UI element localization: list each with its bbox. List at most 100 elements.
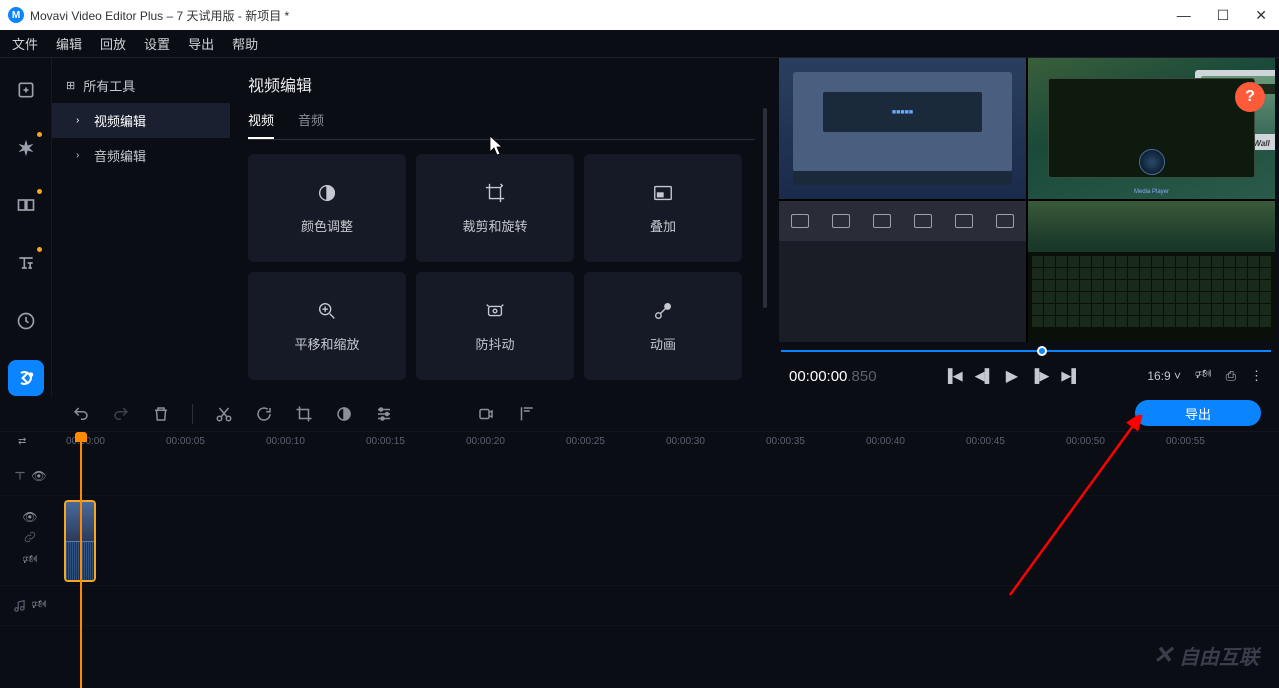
zoom-fit-button[interactable]: ⇄ (18, 436, 26, 447)
track-visibility-toggle[interactable]: 👁 (31, 469, 46, 483)
edit-panel: 视频编辑 视频 音频 颜色调整 裁剪和旋转 叠加 平移和缩放 (230, 58, 773, 396)
color-button[interactable] (335, 405, 353, 423)
link-icon[interactable] (23, 530, 37, 544)
title-bar: M Movavi Video Editor Plus – 7 天试用版 - 新项… (0, 0, 1279, 30)
menu-help[interactable]: 帮助 (232, 34, 258, 53)
tool-label: 叠加 (650, 216, 676, 235)
preview-panel: ? ■■■■■ Media Player (773, 58, 1279, 396)
transitions-button[interactable] (8, 187, 44, 223)
tool-tree: ⊞ 所有工具 › 视频编辑 › 音频编辑 (52, 58, 230, 396)
prev-frame-button[interactable]: ◀▌ (975, 368, 994, 384)
tool-color-adjustment[interactable]: 颜色调整 (248, 154, 406, 262)
cut-button[interactable] (215, 405, 233, 423)
menu-playback[interactable]: 回放 (100, 34, 126, 53)
overlay-icon (652, 182, 674, 204)
ruler-label: 00:00:55 (1166, 436, 1205, 447)
contrast-icon (316, 182, 338, 204)
play-button[interactable]: ▶ (1006, 366, 1018, 386)
panel-title: 视频编辑 (248, 72, 755, 96)
close-button[interactable]: ✕ (1251, 7, 1271, 24)
tool-label: 平移和缩放 (294, 334, 359, 353)
music-track-icon (13, 599, 27, 613)
track-text[interactable]: 👁 (0, 456, 1279, 496)
more-tools-button[interactable] (8, 360, 44, 396)
menu-edit[interactable]: 编辑 (56, 34, 82, 53)
tab-audio[interactable]: 音频 (298, 110, 324, 139)
tree-item-audio-edit[interactable]: › 音频编辑 (52, 138, 230, 173)
tool-label: 颜色调整 (301, 216, 353, 235)
ruler-label: 00:00:25 (566, 436, 605, 447)
next-clip-button[interactable]: ▶▌ (1061, 368, 1080, 384)
next-frame-button[interactable]: ▐▶ (1030, 368, 1049, 384)
prev-clip-button[interactable]: ▐◀ (943, 368, 962, 384)
ruler-label: 00:00:20 (466, 436, 505, 447)
tree-item-video-edit[interactable]: › 视频编辑 (52, 103, 230, 138)
window-title: Movavi Video Editor Plus – 7 天试用版 - 新项目 … (30, 7, 1173, 24)
export-button[interactable]: 导出 (1135, 400, 1261, 426)
stickers-button[interactable] (8, 303, 44, 339)
track-video[interactable]: 👁 🕬 (0, 496, 1279, 586)
panel-scrollbar[interactable] (763, 108, 767, 308)
aspect-ratio-selector[interactable]: 16:9 ˅ (1147, 369, 1181, 383)
preview-controls: 00:00:00.850 ▐◀ ◀▌ ▶ ▐▶ ▶▌ 16:9 ˅ 🕬 ⎙ ⋮ (779, 358, 1273, 394)
tool-crop-rotate[interactable]: 裁剪和旋转 (416, 154, 574, 262)
tool-label: 防抖动 (475, 334, 514, 353)
tree-item-all-tools[interactable]: ⊞ 所有工具 (52, 68, 230, 103)
menu-file[interactable]: 文件 (12, 34, 38, 53)
tree-label: 视频编辑 (94, 111, 146, 130)
minimize-button[interactable]: — (1173, 7, 1195, 24)
menu-bar: 文件 编辑 回放 设置 导出 帮助 (0, 30, 1279, 58)
volume-button[interactable]: 🕬 (1195, 365, 1212, 387)
filters-button[interactable] (8, 130, 44, 166)
track-mute-toggle[interactable]: 🕬 (31, 595, 46, 616)
redo-button[interactable] (112, 405, 130, 423)
preview-timecode: 00:00:00.850 (789, 368, 877, 385)
menu-export[interactable]: 导出 (188, 34, 214, 53)
maximize-button[interactable]: ☐ (1213, 7, 1234, 24)
delete-button[interactable] (152, 405, 170, 423)
ruler-label: 00:00:35 (766, 436, 805, 447)
watermark: ✕ 自由互联 (1153, 641, 1259, 670)
ruler-label: 00:00:30 (666, 436, 705, 447)
marker-button[interactable] (517, 405, 535, 423)
rotate-button[interactable] (255, 405, 273, 423)
timeline[interactable]: 👁 👁 🕬 🕬 (0, 456, 1279, 688)
tab-video[interactable]: 视频 (248, 110, 274, 139)
tool-label: 裁剪和旋转 (462, 216, 527, 235)
ruler-label: 00:00:05 (166, 436, 205, 447)
track-audio[interactable]: 🕬 (0, 586, 1279, 626)
crop-button[interactable] (295, 405, 313, 423)
animation-icon (652, 300, 674, 322)
timeline-toolbar: 导出 (0, 396, 1279, 432)
playhead[interactable] (80, 432, 82, 688)
tool-overlay[interactable]: 叠加 (584, 154, 742, 262)
record-button[interactable] (477, 405, 495, 423)
ruler-label: 00:00:45 (966, 436, 1005, 447)
tool-animation[interactable]: 动画 (584, 272, 742, 380)
help-button[interactable]: ? (1235, 82, 1265, 112)
adjust-button[interactable] (375, 405, 393, 423)
snapshot-button[interactable]: ⎙ (1226, 368, 1236, 384)
more-options-button[interactable]: ⋮ (1250, 368, 1263, 384)
scrubber-handle[interactable] (1037, 346, 1047, 356)
zoom-icon (316, 300, 338, 322)
ruler-label: 00:00:50 (1066, 436, 1105, 447)
stabilize-icon (484, 300, 506, 322)
track-visibility-toggle[interactable]: 👁 (22, 510, 37, 524)
add-media-button[interactable] (8, 72, 44, 108)
ruler-label: 00:00:10 (266, 436, 305, 447)
preview-quadrant-1: ■■■■■ (779, 58, 1026, 199)
undo-button[interactable] (72, 405, 90, 423)
titles-button[interactable] (8, 245, 44, 281)
ruler-label: 00:00:40 (866, 436, 905, 447)
preview-scrubber[interactable] (779, 344, 1273, 358)
menu-settings[interactable]: 设置 (144, 34, 170, 53)
tool-stabilize[interactable]: 防抖动 (416, 272, 574, 380)
tree-label: 所有工具 (83, 76, 135, 95)
tool-pan-zoom[interactable]: 平移和缩放 (248, 272, 406, 380)
tree-label: 音频编辑 (94, 146, 146, 165)
timeline-ruler[interactable]: ⇄ 00:00:00 00:00:05 00:00:10 00:00:15 00… (0, 432, 1279, 456)
tool-label: 动画 (650, 334, 676, 353)
preview-quadrant-2: Media Player (1028, 58, 1275, 199)
track-mute-toggle[interactable]: 🕬 (22, 550, 37, 571)
